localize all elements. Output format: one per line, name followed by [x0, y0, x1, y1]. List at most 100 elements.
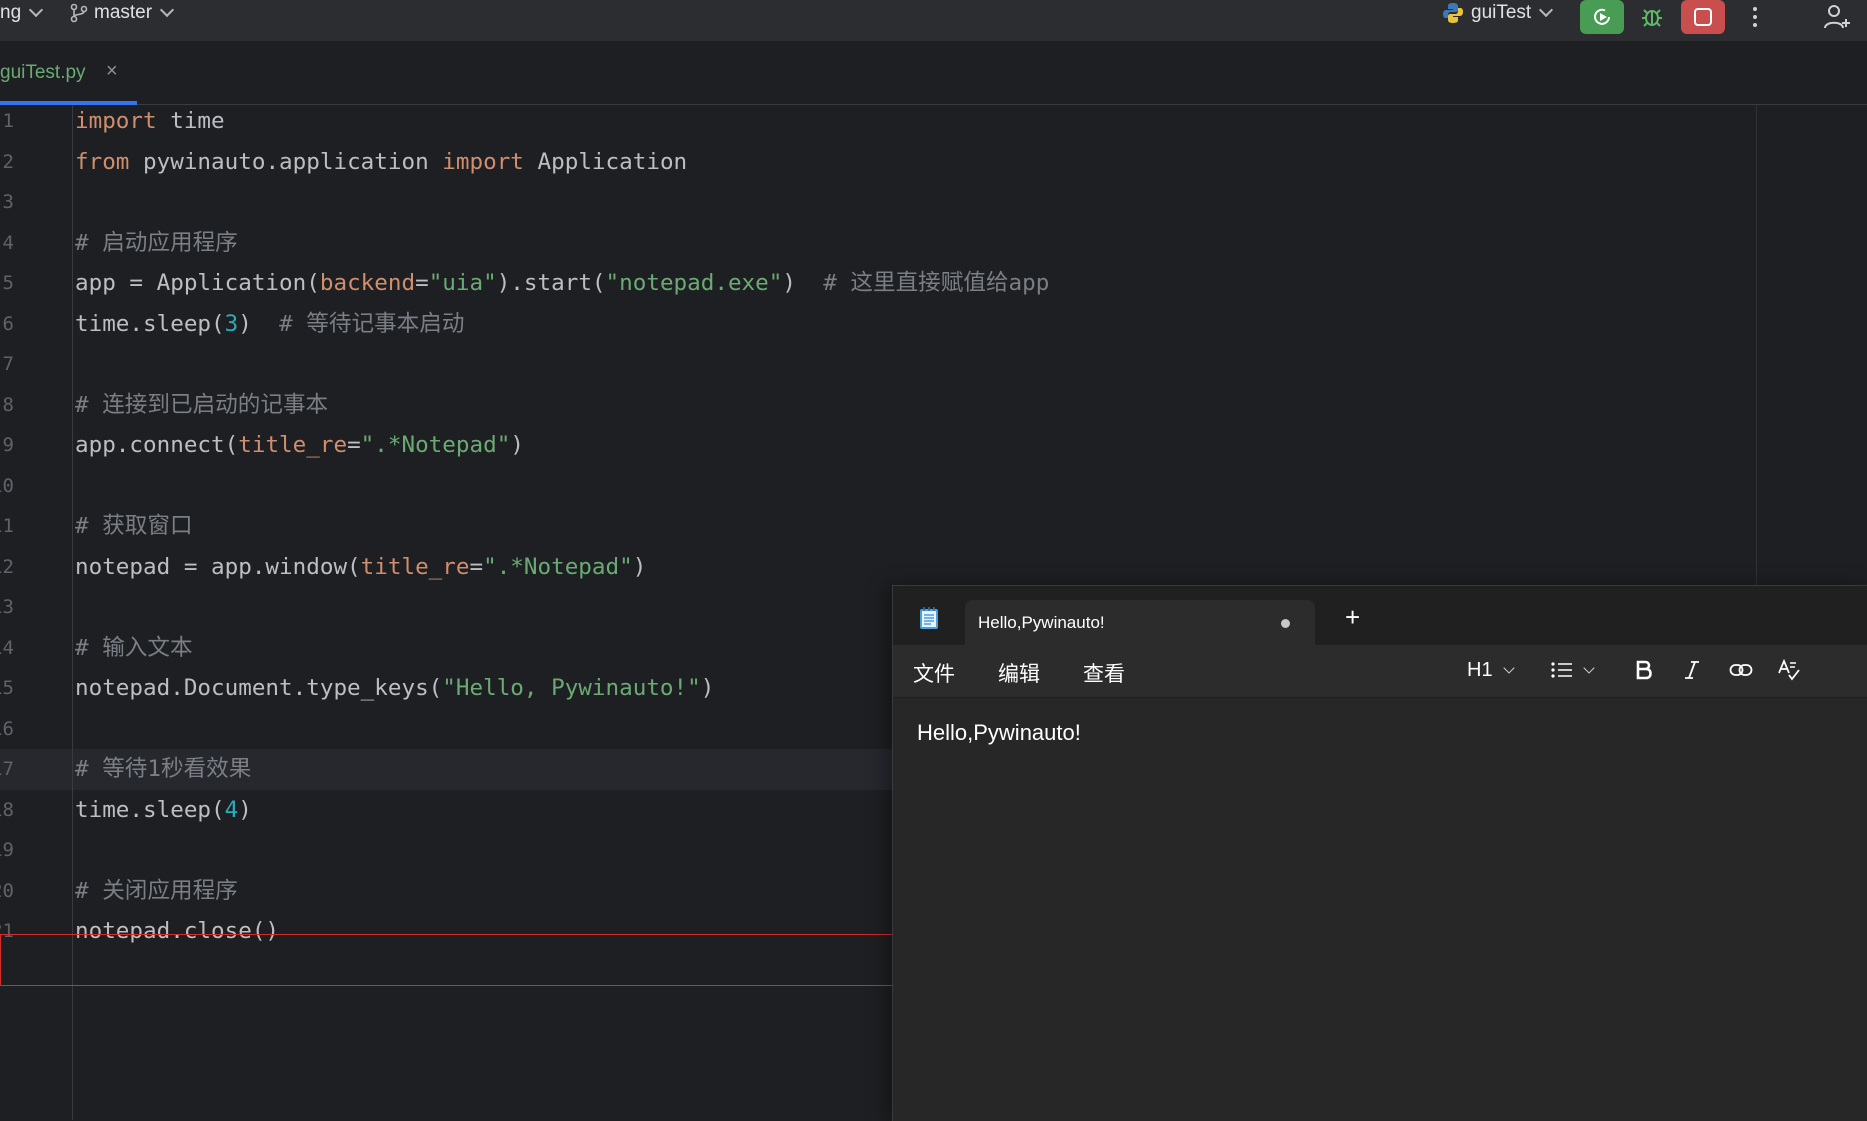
code-token: = — [469, 553, 484, 580]
unsaved-dot-icon[interactable] — [1281, 619, 1290, 628]
notepad-document[interactable]: Hello,Pywinauto! — [893, 698, 1867, 1121]
tab-guitest-py[interactable]: guiTest.py × — [0, 42, 137, 105]
code-token: # 等待记事本启动 — [279, 310, 465, 337]
link-icon — [1729, 664, 1753, 676]
code-token: time.sleep( — [75, 796, 225, 823]
project-name: ng — [0, 2, 22, 23]
list-select[interactable] — [1551, 654, 1595, 686]
branch-selector[interactable]: master — [70, 0, 175, 26]
line-number: 6 — [2, 312, 14, 335]
heading-select[interactable]: H1 — [1467, 654, 1515, 686]
add-user-button[interactable] — [1815, 0, 1859, 34]
line-number: 11 — [0, 515, 14, 537]
code-token: "notepad.exe" — [605, 270, 783, 296]
line-number: 18 — [0, 798, 14, 821]
code-token: # 这里直接赋值给app — [823, 270, 1050, 296]
line-number: 2 — [2, 150, 14, 173]
code-token: time — [156, 108, 225, 134]
code-token: # 等待1秒看效果 — [75, 756, 252, 782]
code-line[interactable]: app = Application(backend="uia").start("… — [75, 263, 1049, 304]
line-number: 3 — [2, 191, 14, 213]
line-number: 17 — [0, 758, 14, 780]
code-token: backend — [319, 270, 416, 296]
notepad-tab-title: Hello,Pywinauto! — [978, 613, 1105, 632]
code-token: time.sleep( — [75, 310, 225, 337]
code-line[interactable]: time.sleep(4) — [75, 790, 252, 831]
run-config-selector[interactable]: guiTest — [1441, 0, 1554, 26]
menu-view[interactable]: 查看 — [1083, 658, 1125, 688]
code-token: "Hello, Pywinauto!" — [442, 675, 701, 701]
more-vertical-icon — [1753, 7, 1757, 27]
code-line[interactable]: # 关闭应用程序 — [75, 871, 238, 912]
branch-name: master — [94, 2, 153, 23]
rerun-icon — [1594, 8, 1610, 25]
git-branch-icon — [70, 3, 88, 23]
code-line[interactable]: # 输入文本 — [75, 628, 193, 669]
code-line[interactable]: notepad.Document.type_keys("Hello, Pywin… — [75, 668, 714, 709]
new-tab-button[interactable]: + — [1345, 604, 1360, 630]
rerun-button[interactable] — [1580, 0, 1624, 34]
code-token: pywinauto.application — [129, 148, 443, 175]
code-line[interactable]: # 启动应用程序 — [75, 223, 238, 264]
line-number: 15 — [0, 677, 14, 699]
link-button[interactable] — [1729, 654, 1753, 686]
bold-button[interactable] — [1635, 654, 1653, 686]
code-token: app = Application( — [75, 270, 320, 296]
code-token: import — [442, 148, 524, 175]
code-token: ) — [238, 796, 252, 823]
menu-file[interactable]: 文件 — [913, 658, 955, 688]
chevron-down-icon — [1502, 661, 1515, 674]
more-actions-button[interactable] — [1733, 0, 1777, 34]
code-token: title_re — [238, 432, 348, 458]
menu-edit[interactable]: 编辑 — [998, 658, 1040, 688]
code-line[interactable]: # 等待1秒看效果 — [75, 749, 251, 790]
python-icon — [1443, 3, 1463, 23]
line-number: 14 — [0, 636, 14, 659]
stop-icon — [1694, 8, 1712, 26]
code-token: ) — [510, 432, 524, 458]
code-token: import — [75, 108, 157, 134]
notepad-icon — [920, 607, 938, 629]
code-token: # 输入文本 — [75, 634, 193, 661]
code-token: 4 — [224, 796, 239, 823]
line-number: 9 — [2, 434, 14, 456]
code-line[interactable]: # 连接到已启动的记事本 — [75, 385, 328, 426]
line-number: 5 — [2, 272, 14, 294]
chevron-down-icon — [1583, 661, 1595, 674]
notepad-tab[interactable]: Hello,Pywinauto! — [965, 600, 1315, 645]
code-token: # 获取窗口 — [75, 513, 193, 539]
code-line[interactable]: # 获取窗口 — [75, 506, 193, 547]
notepad-title-bar: Hello,Pywinauto! + — [893, 586, 1867, 645]
add-user-icon — [1824, 5, 1850, 29]
heading-value: H1 — [1467, 658, 1493, 681]
chevron-down-icon — [160, 2, 175, 18]
line-number: 7 — [2, 353, 14, 375]
line-number: 16 — [0, 717, 14, 740]
close-icon[interactable]: × — [106, 60, 118, 83]
code-token: ) — [782, 270, 824, 296]
code-line[interactable]: notepad.close() — [75, 911, 279, 952]
code-line[interactable]: from pywinauto.application import Applic… — [75, 142, 687, 183]
code-line[interactable]: notepad = app.window(title_re=".*Notepad… — [75, 547, 646, 588]
line-number: 21 — [0, 920, 14, 942]
italic-button[interactable] — [1683, 654, 1701, 686]
code-token: "uia" — [428, 270, 497, 296]
run-config-name: guiTest — [1471, 2, 1532, 23]
code-token: # 关闭应用程序 — [75, 877, 238, 904]
line-number: 19 — [0, 839, 14, 861]
project-selector[interactable]: ng — [0, 0, 44, 26]
document-text: Hello,Pywinauto! — [917, 720, 1081, 745]
ide-toolbar: ng master guiTest — [0, 0, 1867, 42]
code-line[interactable]: time.sleep(3) # 等待记事本启动 — [75, 304, 464, 345]
code-line[interactable]: import time — [75, 101, 225, 142]
code-token: ) — [700, 675, 715, 701]
code-token: ".*Notepad" — [360, 432, 511, 458]
debug-button[interactable] — [1630, 0, 1674, 34]
code-line[interactable]: app.connect(title_re=".*Notepad") — [75, 425, 524, 466]
stop-button[interactable] — [1681, 0, 1725, 34]
bold-icon — [1636, 660, 1652, 680]
code-token: 3 — [224, 310, 239, 337]
line-number: 20 — [0, 879, 14, 902]
spellcheck-button[interactable] — [1777, 654, 1801, 686]
code-token: # 启动应用程序 — [75, 229, 238, 256]
